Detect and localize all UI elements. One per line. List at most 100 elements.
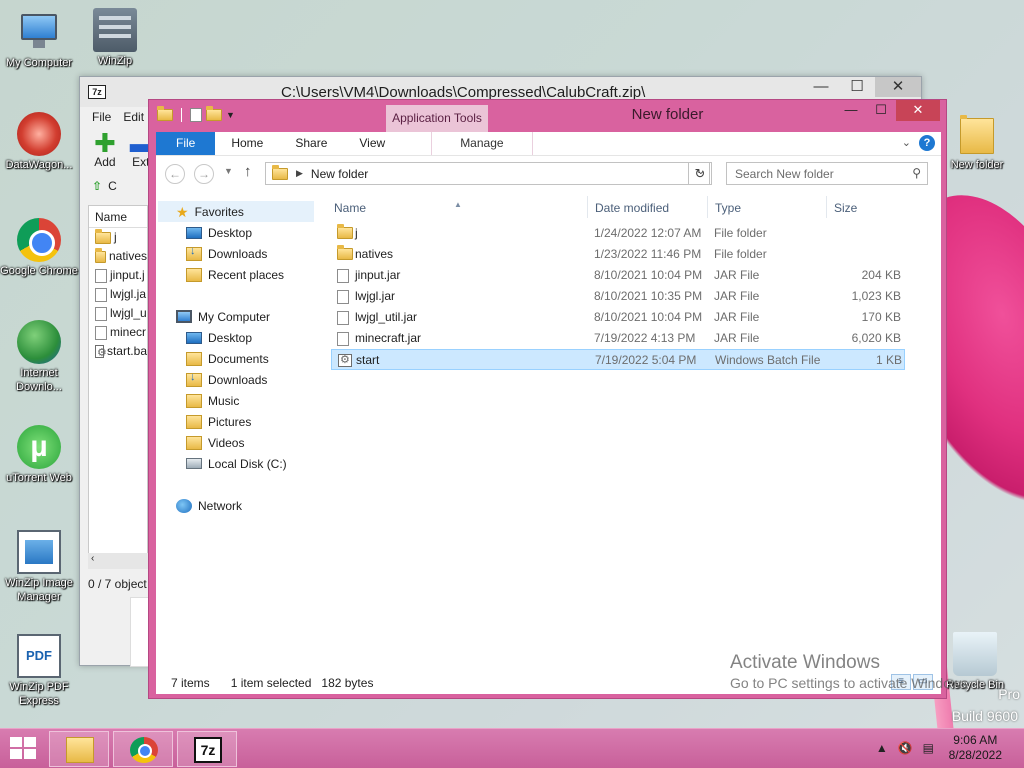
file-size: 170 KB — [861, 310, 901, 324]
file-row-lwjgl-jar[interactable]: lwjgl.jar 8/10/2021 10:35 PM JAR File 1,023… — [331, 286, 905, 307]
nav-fav-recent-places[interactable]: Recent places — [186, 264, 284, 285]
list-item[interactable]: j — [89, 228, 147, 247]
nav-favorites[interactable]: ★ Favorites — [158, 201, 314, 222]
column-divider[interactable] — [826, 196, 827, 218]
minimize-icon[interactable]: — — [803, 77, 839, 97]
documents-icon — [186, 351, 202, 366]
nav-network[interactable]: Network — [176, 495, 242, 516]
desktop-icon-idm[interactable]: Internet Downlo... — [0, 320, 78, 394]
file-row-j[interactable]: j 1/24/2022 12:07 AM File folder — [331, 223, 905, 244]
list-item[interactable]: lwjgl.ja — [89, 285, 147, 304]
file-name: minecraft.jar — [355, 331, 422, 345]
zip-status-text: 0 / 7 object — [88, 577, 147, 591]
show-hidden-icons-icon[interactable]: ▲ — [876, 741, 888, 755]
column-size[interactable]: Size — [834, 198, 857, 218]
desktop-icon-datawagon[interactable]: DataWagon... — [0, 112, 78, 172]
nav-pc-pictures[interactable]: Pictures — [186, 411, 251, 432]
list-item[interactable]: minecr — [89, 323, 147, 342]
clock[interactable]: 9:06 AM 8/28/2022 — [949, 733, 1002, 763]
tab-file[interactable]: File — [156, 132, 216, 155]
file-row-jinput-jar[interactable]: jinput.jar 8/10/2021 10:04 PM JAR File 204 … — [331, 265, 905, 286]
nav-pc-documents[interactable]: Documents — [186, 348, 269, 369]
zip-menu-edit[interactable]: Edit — [123, 110, 144, 124]
address-bar[interactable]: ▶ New folder ⌄ — [265, 162, 710, 185]
explorer-window[interactable]: ▼ Application Tools New folder — ☐ ✕ Fil… — [148, 99, 947, 699]
zip-horizontal-scrollbar[interactable]: ‹ — [88, 553, 148, 569]
file-list[interactable]: Name ▲ Date modified Type Size j 1/24/202… — [331, 191, 911, 671]
up-folder-icon[interactable]: ⇧ — [92, 179, 102, 193]
list-item[interactable]: natives — [89, 247, 147, 266]
desktop-icon-new-folder[interactable]: New folder — [938, 112, 1016, 172]
help-icon[interactable]: ? — [919, 135, 935, 151]
column-type[interactable]: Type — [715, 198, 741, 218]
file-row-natives[interactable]: natives 1/23/2022 11:46 PM File folder — [331, 244, 905, 265]
nav-pc-downloads[interactable]: Downloads — [186, 369, 267, 390]
start-button[interactable] — [10, 737, 38, 761]
recent-locations-icon[interactable]: ▼ — [224, 166, 233, 176]
tab-view[interactable]: View — [343, 132, 401, 155]
jar-file-icon — [337, 269, 349, 286]
close-icon[interactable]: ✕ — [875, 77, 921, 97]
search-icon[interactable]: ⚲ — [912, 166, 921, 180]
tab-share[interactable]: Share — [279, 132, 343, 155]
file-row-lwjgl-util-jar[interactable]: lwjgl_util.jar 8/10/2021 10:04 PM JAR File… — [331, 307, 905, 328]
navigation-pane[interactable]: ★Favorites Desktop Downloads Recent plac… — [156, 191, 316, 671]
nav-my-computer[interactable]: My Computer — [176, 306, 270, 327]
list-item[interactable]: lwjgl_u — [89, 304, 147, 323]
file-size: 1 KB — [875, 353, 902, 367]
nav-pc-local-disk[interactable]: Local Disk (C:) — [186, 453, 287, 474]
minimize-icon[interactable]: — — [836, 100, 866, 121]
file-row-minecraft-jar[interactable]: minecraft.jar 7/19/2022 4:13 PM JAR File 6,… — [331, 328, 905, 349]
desktop-icon-pdf-express[interactable]: PDF WinZip PDF Express — [0, 634, 78, 708]
maximize-icon[interactable]: ☐ — [839, 77, 875, 97]
network-status-icon[interactable]: ▤ — [923, 741, 934, 755]
column-divider[interactable] — [707, 196, 708, 218]
nav-pc-music[interactable]: Music — [186, 390, 239, 411]
desktop-icon-winzip-image[interactable]: WinZip Image Manager — [0, 530, 78, 604]
taskbar-7zip[interactable]: 7z — [177, 731, 237, 767]
taskbar-chrome[interactable] — [113, 731, 173, 767]
zip-window-path: C:\Users\VM4\Downloads\Compressed\CalubC… — [281, 83, 646, 101]
star-icon: ★ — [176, 203, 189, 220]
tab-manage[interactable]: Manage — [431, 132, 533, 155]
nav-fav-desktop[interactable]: Desktop — [186, 222, 252, 243]
search-input[interactable]: Search New folder ⚲ — [726, 162, 928, 185]
list-item[interactable]: start.ba — [89, 342, 147, 363]
file-name: lwjgl.jar — [355, 289, 396, 303]
column-divider[interactable] — [587, 196, 588, 218]
desktop-icon-utorrent[interactable]: µ uTorrent Web — [0, 425, 78, 485]
desktop-icon-winzip[interactable]: WinZip — [76, 8, 154, 68]
nav-pc-desktop[interactable]: Desktop — [186, 327, 252, 348]
breadcrumb-chevron-icon[interactable]: ▶ — [296, 168, 303, 179]
nav-pc-videos[interactable]: Videos — [186, 432, 244, 453]
file-date-modified: 7/19/2022 4:13 PM — [594, 331, 696, 345]
zip-add-button[interactable]: ✚ Add — [94, 128, 116, 169]
explorer-titlebar[interactable]: ▼ Application Tools New folder — ☐ ✕ — [149, 100, 946, 132]
column-name[interactable]: Name ▲ — [334, 198, 462, 218]
jar-file-icon — [337, 290, 349, 307]
zip-file-list[interactable]: Name j natives jinput.j lwjgl.ja lwjgl_u… — [88, 205, 148, 565]
nav-fav-downloads[interactable]: Downloads — [186, 243, 267, 264]
maximize-icon[interactable]: ☐ — [866, 100, 896, 121]
forward-arrow-icon[interactable]: → — [194, 164, 214, 184]
desktop-icon-chrome[interactable]: Google Chrome — [0, 218, 78, 278]
speaker-muted-icon[interactable]: 🔇 — [898, 741, 913, 755]
taskbar-explorer[interactable] — [49, 731, 109, 767]
list-item[interactable]: jinput.j — [89, 266, 147, 285]
status-item-count: 7 items — [171, 675, 210, 690]
close-icon[interactable]: ✕ — [896, 100, 940, 121]
watermark-title: Activate Windows — [730, 652, 880, 673]
refresh-icon[interactable]: ↻ — [688, 162, 712, 185]
tab-home[interactable]: Home — [215, 132, 279, 155]
zip-menu-file[interactable]: File — [92, 110, 111, 124]
file-row-start[interactable]: start 7/19/2022 5:04 PM Windows Batch File… — [331, 349, 905, 370]
folder-icon — [955, 112, 999, 156]
desktop-icon-my-computer[interactable]: My Computer — [0, 10, 78, 70]
zip-col-name[interactable]: Name — [89, 206, 147, 228]
expand-ribbon-icon[interactable]: ⌄ — [902, 136, 911, 149]
utorrent-icon: µ — [17, 425, 61, 469]
up-arrow-icon[interactable]: ↑ — [244, 163, 252, 180]
column-date-modified[interactable]: Date modified — [595, 198, 669, 218]
plus-icon: ✚ — [94, 128, 116, 158]
back-arrow-icon[interactable]: ← — [165, 164, 185, 184]
